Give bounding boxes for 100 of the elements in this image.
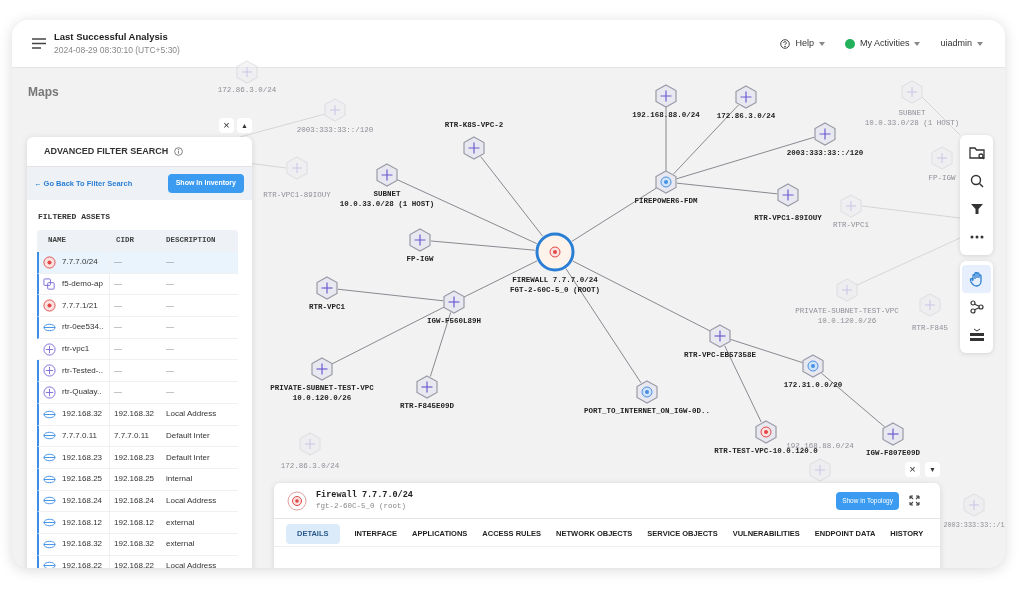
table-cell-text: Default Inter — [165, 451, 210, 464]
faded-node — [835, 278, 859, 302]
expand-icon[interactable] — [909, 495, 920, 506]
close-button[interactable]: × — [905, 462, 920, 477]
help-icon — [780, 38, 791, 49]
asset-row[interactable]: f5-demo-ap — — — [37, 273, 238, 296]
asset-row[interactable]: 192.168.32 192.168.32 external — [37, 533, 238, 556]
page-title: Maps — [28, 84, 59, 101]
activities-menu[interactable]: My Activities — [844, 36, 921, 51]
firewall-node[interactable] — [754, 420, 778, 444]
table-cell-text: — — [165, 386, 174, 399]
asset-row[interactable]: rtr-0ee534.. — — — [37, 317, 238, 339]
table-cell-text: — — [165, 321, 174, 334]
menu-icon[interactable] — [32, 38, 46, 49]
caret-icon — [977, 41, 983, 46]
faded-node — [298, 432, 322, 456]
asset-row[interactable]: 7.7.7.1/21 — — — [37, 295, 238, 318]
table-cell-text: — — [113, 386, 123, 399]
table-cell-text: — — [113, 299, 123, 312]
table-cell-text: Local Address — [165, 494, 217, 507]
asset-name: rtr-0ee534.. — [62, 321, 104, 334]
filter-icon — [970, 203, 983, 215]
firewall-icon — [43, 255, 56, 269]
router-node[interactable] — [734, 85, 758, 109]
router-node[interactable] — [375, 163, 399, 187]
user-menu[interactable]: uiadmin — [940, 36, 983, 51]
router-node[interactable] — [813, 122, 837, 146]
router-node[interactable] — [408, 228, 432, 252]
analysis-timestamp: 2024-08-29 08:30:10 (UTC+5:30) — [54, 44, 180, 57]
faded-node — [839, 194, 863, 218]
asset-row[interactable]: 192.168.24 192.168.24 Local Address — [37, 490, 238, 513]
caret-icon — [914, 41, 921, 46]
table-cell-text: — — [113, 278, 123, 291]
faded-node — [918, 293, 942, 317]
table-cell-text: 192.168.22 — [113, 559, 156, 568]
table-cell-text: 192.168.25 — [113, 473, 156, 486]
firewall-icon — [287, 490, 307, 511]
crosshair-icon — [43, 364, 56, 378]
table-cell-text: 192.168.23 — [113, 451, 156, 464]
faded-node — [930, 146, 954, 170]
asset-name: 7.7.7.0/24 — [62, 256, 98, 269]
asset-row[interactable]: 192.168.23 192.168.23 Default Inter — [37, 447, 238, 469]
search-icon — [969, 174, 984, 188]
asset-row[interactable]: rtr-vpc1 — — — [37, 338, 238, 361]
asset-name: 192.168.25 — [62, 473, 103, 486]
faded-node — [962, 493, 986, 517]
asset-name: 192.168.32 — [62, 538, 103, 551]
connected-nodes-icon — [969, 300, 984, 314]
stacked-squares-icon — [43, 277, 56, 291]
asset-name: 192.168.12 — [62, 516, 103, 529]
table-cell-text: — — [165, 364, 174, 377]
asset-row[interactable]: rtr-Qualay.. — — — [37, 382, 238, 404]
asset-row[interactable]: 7.7.7.0/24 — — — [37, 252, 238, 274]
crosshair-icon — [43, 385, 56, 399]
firewall-icon — [43, 299, 56, 313]
router-node[interactable] — [310, 357, 334, 381]
network-node[interactable] — [635, 380, 659, 404]
table-cell-text: Default Inter — [165, 429, 210, 442]
panel-title: ADVANCED FILTER SEARCH — [44, 144, 169, 158]
asset-name: 192.168.32 — [62, 408, 103, 421]
faded-node — [323, 98, 347, 122]
router-node[interactable] — [415, 375, 439, 399]
table-cell-text: — — [113, 256, 123, 269]
table-cell-text: 192.168.32 — [113, 538, 156, 551]
close-button[interactable]: × — [219, 118, 234, 133]
asset-row[interactable]: 192.168.25 192.168.25 internal — [37, 468, 238, 491]
firewall-node[interactable] — [535, 232, 575, 272]
router-node[interactable] — [462, 136, 486, 160]
asset-row[interactable]: rtr-Tested-.. — — — [37, 360, 238, 383]
more-icon — [969, 235, 984, 239]
asset-name: 7.7.7.0.11 — [62, 429, 97, 442]
asset-row[interactable]: 192.168.12 192.168.12 external — [37, 512, 238, 534]
router-node[interactable] — [708, 324, 732, 348]
info-icon[interactable] — [174, 147, 184, 156]
network-node[interactable] — [654, 170, 678, 194]
router-node[interactable] — [654, 84, 678, 108]
network-node[interactable] — [801, 354, 825, 378]
table-cell-text: — — [165, 299, 174, 312]
hand-icon — [968, 271, 985, 287]
layers-icon — [969, 328, 984, 342]
router-node[interactable] — [776, 183, 800, 207]
asset-row[interactable]: 7.7.7.0.11 7.7.7.0.11 Default Inter — [37, 425, 238, 448]
table-cell-text: 7.7.7.0.11 — [113, 429, 150, 442]
asset-name: 7.7.7.1/21 — [62, 299, 98, 312]
asset-title: Firewall 7.7.7.0/24 — [316, 488, 413, 502]
router-node[interactable] — [315, 276, 339, 300]
table-cell-text: — — [113, 321, 123, 334]
table-cell-text: — — [113, 364, 123, 377]
table-cell-text: 192.168.32 — [113, 408, 156, 421]
asset-row[interactable]: 192.168.32 192.168.32 Local Address — [37, 403, 238, 426]
table-cell-text: 192.168.12 — [113, 516, 156, 529]
faded-node — [808, 458, 832, 482]
asset-name: f5-demo-ap — [62, 278, 103, 291]
table-cell-text: — — [165, 278, 174, 291]
router-node[interactable] — [881, 422, 905, 446]
router-node[interactable] — [442, 290, 466, 314]
connector-line — [665, 106, 667, 172]
table-cell-text: external — [165, 516, 195, 529]
section-title: FILTERED ASSETS — [38, 211, 111, 223]
help-menu[interactable]: Help — [780, 36, 825, 51]
